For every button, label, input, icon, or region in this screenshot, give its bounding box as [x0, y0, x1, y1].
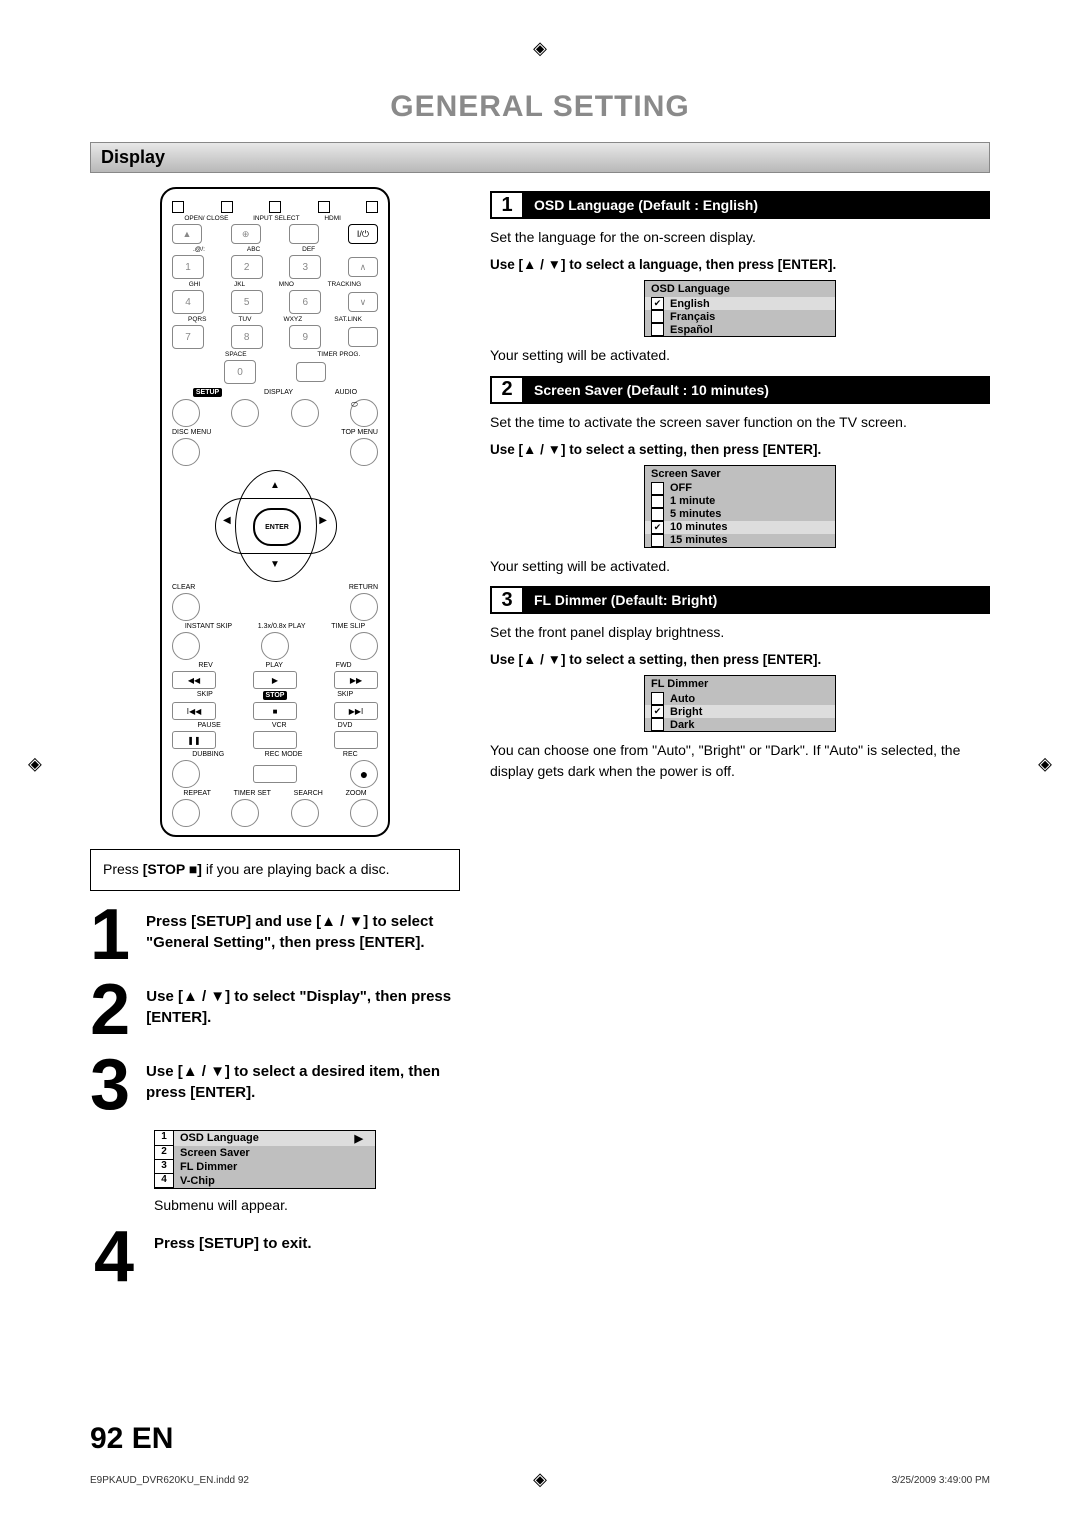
option-box: FL Dimmer Auto Bright Dark — [644, 675, 836, 732]
option-label: Español — [670, 324, 713, 336]
menu-row: 4V-Chip — [155, 1174, 375, 1188]
step-1: 1 Press [SETUP] and use [▲ / ▼] to selec… — [90, 905, 460, 966]
registration-mark-icon: ◈ — [1038, 754, 1052, 775]
option-label: 15 minutes — [670, 534, 727, 546]
footer-timestamp: 3/25/2009 3:49:00 PM — [892, 1475, 990, 1486]
step-number: 2 — [90, 980, 130, 1041]
checkbox-icon — [651, 718, 664, 731]
setup-label: SETUP — [193, 388, 222, 397]
checkbox-icon — [651, 521, 664, 534]
option-row: Español — [645, 323, 835, 336]
step-2: 2 Use [▲ / ▼] to select "Display", then … — [90, 980, 460, 1041]
item-result: Your setting will be activated. — [490, 556, 990, 576]
setting-item-3: 3 FL Dimmer (Default: Bright) Set the fro… — [490, 586, 990, 781]
checkbox-icon — [651, 705, 664, 718]
option-row: Bright — [645, 705, 835, 718]
left-column: OPEN/ CLOSEINPUT SELECTHDMI ▲⊕I/⏻ .@/:AB… — [90, 187, 460, 1302]
page-title: GENERAL SETTING — [90, 90, 990, 124]
step-text: Press [SETUP] and use [▲ / ▼] to select … — [146, 905, 460, 966]
item-instruction: Use [▲ / ▼] to select a language, then p… — [490, 257, 990, 272]
step-text: Use [▲ / ▼] to select "Display", then pr… — [146, 980, 460, 1041]
item-instruction: Use [▲ / ▼] to select a setting, then pr… — [490, 442, 990, 457]
item-number: 3 — [490, 586, 524, 614]
step-number: 4 — [90, 1227, 138, 1288]
option-row: English — [645, 297, 835, 310]
item-title: OSD Language (Default : English) — [524, 191, 990, 219]
option-row: Dark — [645, 718, 835, 731]
step-number: 3 — [90, 1055, 130, 1116]
checkbox-icon — [651, 323, 664, 336]
option-row: 1 minute — [645, 495, 835, 508]
checkbox-icon — [651, 692, 664, 705]
stop-label: STOP — [263, 691, 288, 700]
page: ◈ ◈ ◈ ◈ GENERAL SETTING Display OPEN/ CL… — [0, 0, 1080, 1528]
remote-control-diagram: OPEN/ CLOSEINPUT SELECTHDMI ▲⊕I/⏻ .@/:AB… — [160, 187, 390, 837]
right-column: 1 OSD Language (Default : English) Set th… — [490, 187, 990, 1302]
display-menu: 1OSD Language▶2Screen Saver3FL Dimmer4V-… — [154, 1130, 376, 1189]
step-text: Press [SETUP] to exit. — [154, 1227, 312, 1288]
stop-caption: Press [STOP ■] if you are playing back a… — [90, 849, 460, 891]
checkbox-icon — [651, 297, 664, 310]
option-label: Français — [670, 311, 715, 323]
option-row: 5 minutes — [645, 508, 835, 521]
step-4: 4 Press [SETUP] to exit. — [90, 1227, 460, 1288]
step-text: Use [▲ / ▼] to select a desired item, th… — [146, 1055, 460, 1116]
registration-mark-icon: ◈ — [533, 1469, 547, 1490]
option-label: Bright — [670, 706, 702, 718]
item-number: 1 — [490, 191, 524, 219]
footer-filename: E9PKAUD_DVR620KU_EN.indd 92 — [90, 1475, 249, 1486]
item-result: You can choose one from "Auto", "Bright"… — [490, 740, 990, 781]
option-label: 5 minutes — [670, 508, 721, 520]
item-number: 2 — [490, 376, 524, 404]
enter-button: ENTER — [253, 508, 301, 546]
page-number: 92 EN — [90, 1422, 173, 1456]
option-label: 10 minutes — [670, 521, 727, 533]
menu-row: 2Screen Saver — [155, 1146, 375, 1160]
checkbox-icon — [651, 310, 664, 323]
item-description: Set the time to activate the screen save… — [490, 412, 990, 432]
setting-item-2: 2 Screen Saver (Default : 10 minutes) Set… — [490, 376, 990, 577]
registration-mark-icon: ◈ — [533, 38, 547, 59]
step-number: 1 — [90, 905, 130, 966]
option-label: Dark — [670, 719, 694, 731]
item-title: Screen Saver (Default : 10 minutes) — [524, 376, 990, 404]
item-instruction: Use [▲ / ▼] to select a setting, then pr… — [490, 652, 990, 667]
checkbox-icon — [651, 495, 664, 508]
option-box: OSD Language English Français Español — [644, 280, 836, 337]
item-description: Set the front panel display brightness. — [490, 622, 990, 642]
checkbox-icon — [651, 508, 664, 521]
menu-row: 1OSD Language▶ — [155, 1131, 375, 1146]
item-result: Your setting will be activated. — [490, 345, 990, 365]
option-row: 15 minutes — [645, 534, 835, 547]
submenu-note: Submenu will appear. — [154, 1197, 460, 1213]
option-box: Screen Saver OFF 1 minute 5 minutes 10 m… — [644, 465, 836, 548]
option-row: 10 minutes — [645, 521, 835, 534]
option-label: English — [670, 298, 710, 310]
option-row: OFF — [645, 482, 835, 495]
step-3: 3 Use [▲ / ▼] to select a desired item, … — [90, 1055, 460, 1116]
option-label: 1 minute — [670, 495, 715, 507]
option-label: OFF — [670, 482, 692, 494]
option-row: Auto — [645, 692, 835, 705]
checkbox-icon — [651, 534, 664, 547]
item-title: FL Dimmer (Default: Bright) — [524, 586, 990, 614]
option-row: Français — [645, 310, 835, 323]
checkbox-icon — [651, 482, 664, 495]
option-label: Auto — [670, 693, 695, 705]
menu-row: 3FL Dimmer — [155, 1160, 375, 1174]
section-heading-display: Display — [90, 142, 990, 173]
setting-item-1: 1 OSD Language (Default : English) Set th… — [490, 191, 990, 366]
item-description: Set the language for the on-screen displ… — [490, 227, 990, 247]
registration-mark-icon: ◈ — [28, 754, 42, 775]
